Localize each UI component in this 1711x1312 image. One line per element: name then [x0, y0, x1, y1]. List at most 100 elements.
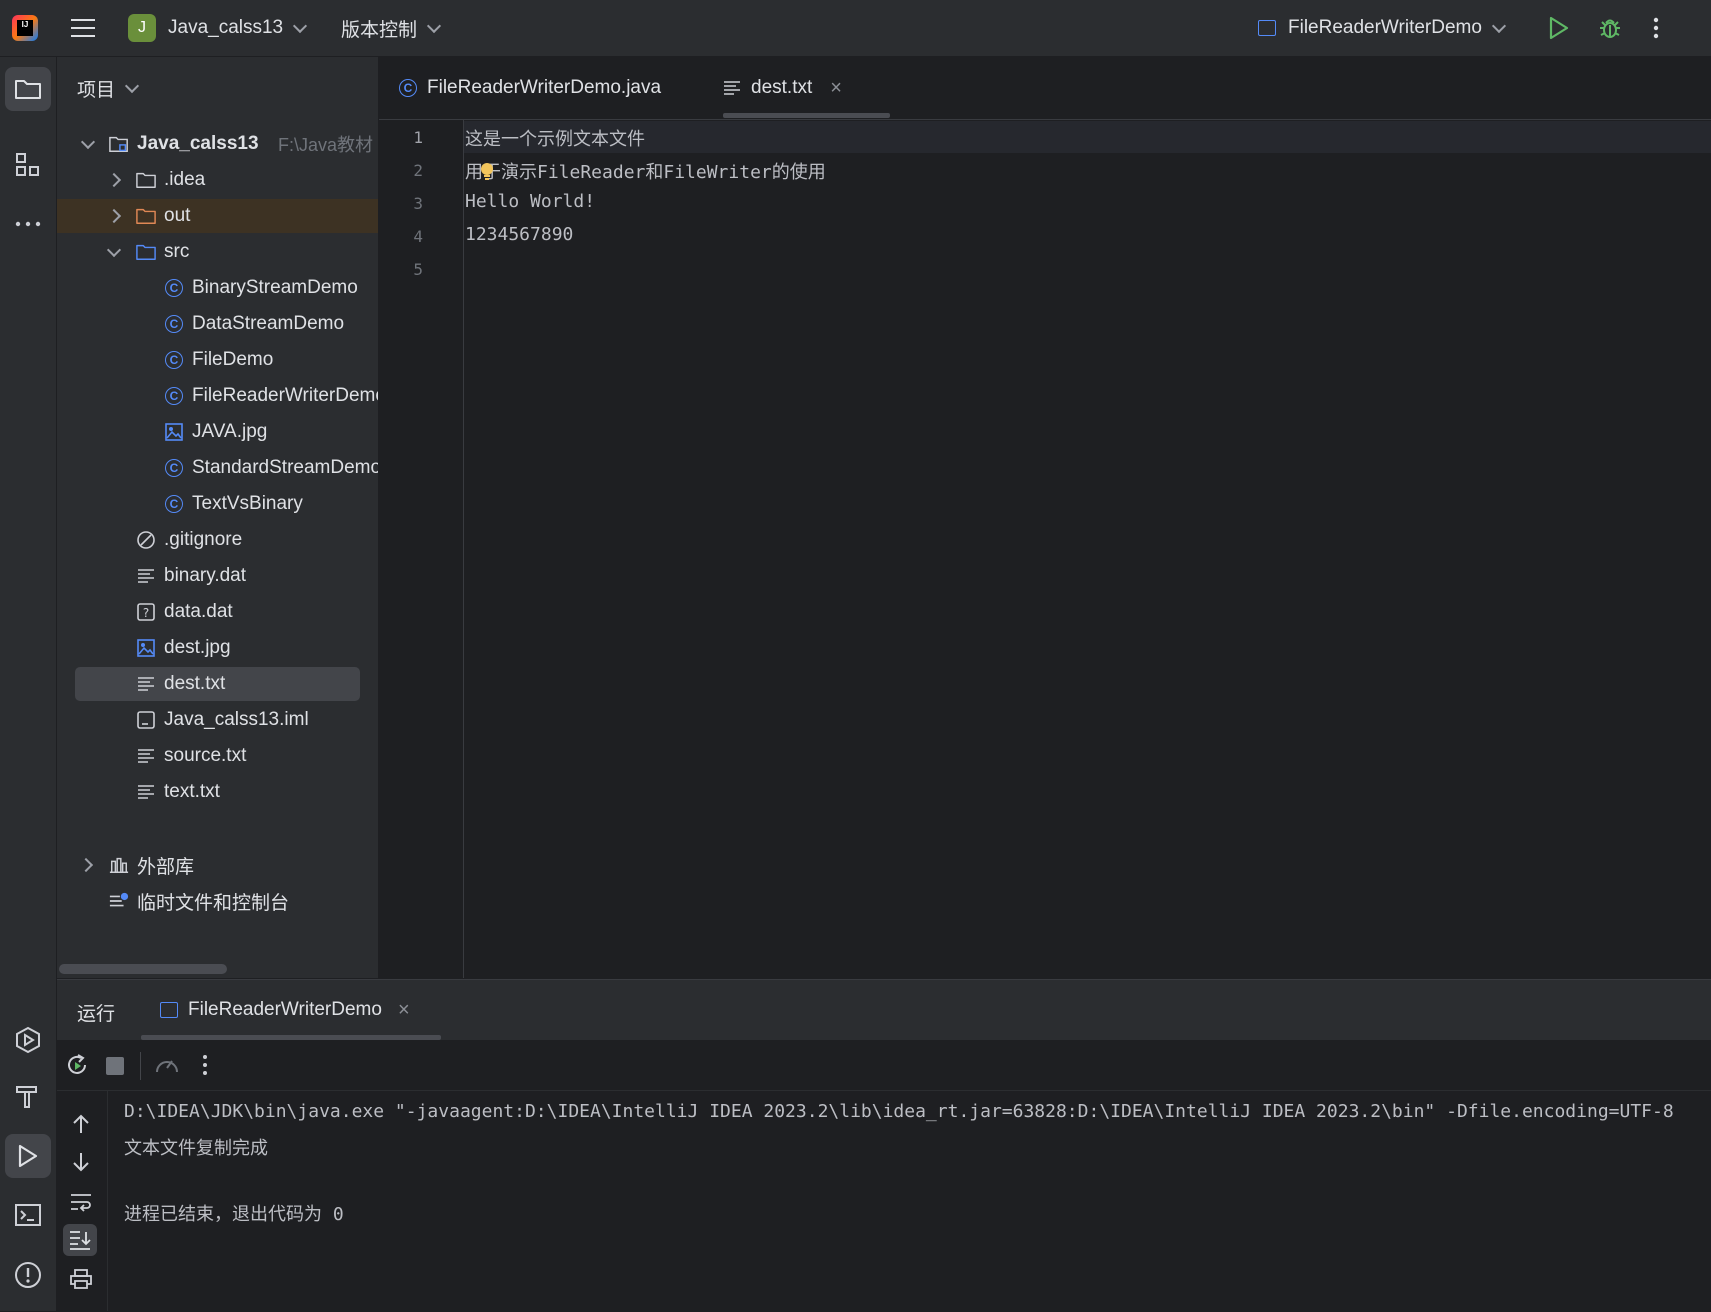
scroll-to-end-icon[interactable] [63, 1224, 97, 1256]
tree-item[interactable]: C StandardStreamDemo [57, 451, 378, 485]
stop-icon[interactable] [106, 1057, 124, 1075]
tree-item-label: FileReaderWriterDemo [192, 385, 379, 406]
problems-tool-button[interactable] [5, 1253, 51, 1297]
tree-item-label: data.dat [164, 601, 233, 622]
class-icon: C [164, 458, 184, 478]
tree-item[interactable]: text.txt [57, 775, 378, 809]
folder-icon [15, 80, 41, 99]
tree-item[interactable]: source.txt [57, 739, 378, 773]
expand-arrow-icon [78, 857, 94, 873]
lightbulb-icon[interactable] [480, 162, 494, 182]
tree-item[interactable]: C DataStreamDemo [57, 307, 378, 341]
editor-tabs: C FileReaderWriterDemo.java dest.txt × [379, 57, 1711, 120]
code-line: 1234567890 [465, 224, 574, 245]
tree-item[interactable]: ? data.dat [57, 595, 378, 629]
toolbar-divider [140, 1052, 141, 1080]
project-horizontal-scrollbar[interactable] [59, 964, 227, 974]
run-config-label: FileReaderWriterDemo [1288, 17, 1482, 38]
structure-tool-button[interactable] [5, 143, 51, 187]
soft-wrap-icon[interactable] [69, 1192, 93, 1212]
external-libs-label: 外部库 [137, 856, 195, 878]
main-menu-icon[interactable] [70, 0, 96, 56]
tree-item[interactable]: .gitignore [57, 523, 378, 557]
class-icon: C [164, 278, 184, 298]
line-number: 1 [413, 128, 423, 147]
title-bar: IJ J Java_calss13 版本控制 FileReaderWriterD… [0, 0, 1711, 57]
run-toolbar [57, 1040, 1711, 1091]
class-icon: C [399, 79, 417, 97]
tab-filereaderwriterdemo[interactable]: C FileReaderWriterDemo.java [399, 57, 661, 119]
gitignore-icon [136, 530, 156, 550]
terminal-tool-button[interactable] [5, 1193, 51, 1237]
tree-item[interactable]: out [57, 199, 378, 233]
svg-text:?: ? [143, 606, 149, 620]
tree-item-label: text.txt [164, 781, 220, 802]
code-line: Hello World! [465, 191, 596, 212]
project-selector[interactable]: J Java_calss13 [128, 0, 308, 56]
run-config-icon [160, 1002, 178, 1018]
close-icon[interactable]: × [830, 77, 842, 100]
class-icon: C [164, 494, 184, 514]
arrow-down-icon[interactable] [71, 1151, 91, 1173]
structure-icon [16, 153, 39, 176]
project-panel: 项目 Java_calss13 F:\Java教材 .idea out src C Bi… [57, 57, 379, 978]
project-panel-header[interactable]: 项目 [77, 75, 140, 102]
code-line: 这是一个示例文本文件 [465, 129, 645, 150]
ellipsis-icon [15, 221, 41, 227]
run-config-selector[interactable]: FileReaderWriterDemo [1258, 0, 1507, 56]
terminal-icon [15, 1204, 41, 1226]
project-name: Java_calss13 [168, 17, 284, 38]
tree-item-label: Java_calss13.iml [164, 709, 309, 730]
print-icon[interactable] [69, 1268, 93, 1290]
tree-root[interactable]: Java_calss13 F:\Java教材 [57, 127, 378, 161]
expand-arrow-icon [106, 242, 122, 258]
more-options-icon[interactable] [1652, 0, 1660, 56]
tab-dest-txt[interactable]: dest.txt × [723, 57, 842, 119]
bug-icon [1600, 19, 1620, 38]
tree-external-libraries[interactable]: 外部库 [57, 848, 378, 882]
tree-item[interactable]: src [57, 235, 378, 269]
more-options-icon[interactable] [201, 1054, 209, 1076]
run-tab-filereaderwriterdemo[interactable]: FileReaderWriterDemo × [160, 980, 410, 1040]
rerun-icon[interactable] [65, 1053, 89, 1077]
run-tab-label: FileReaderWriterDemo [188, 999, 382, 1020]
line-number: 5 [413, 260, 423, 279]
tree-item[interactable]: C FileDemo [57, 343, 378, 377]
tree-item[interactable]: C FileReaderWriterDemo [57, 379, 378, 413]
tree-scratches[interactable]: 临时文件和控制台 [57, 884, 378, 918]
services-tool-button[interactable] [5, 1018, 51, 1062]
intellij-logo-icon[interactable]: IJ [12, 0, 38, 56]
run-tool-button[interactable] [5, 1134, 51, 1178]
debug-button[interactable] [1598, 0, 1622, 56]
tree-item[interactable]: dest.txt [75, 667, 360, 701]
run-panel-title: 运行 [77, 1004, 116, 1025]
run-button[interactable] [1548, 0, 1570, 56]
project-tool-button[interactable] [5, 67, 51, 111]
build-tool-button[interactable] [5, 1074, 51, 1118]
image-file-icon [136, 638, 156, 658]
tree-item-label: .gitignore [164, 529, 243, 550]
class-icon: C [164, 314, 184, 334]
tree-item[interactable]: C BinaryStreamDemo [57, 271, 378, 305]
unknown-file-icon: ? [136, 602, 156, 622]
tree-item[interactable]: binary.dat [57, 559, 378, 593]
profiler-icon[interactable] [154, 1053, 180, 1077]
tree-item-label: .idea [164, 169, 206, 190]
tree-item[interactable]: dest.jpg [57, 631, 378, 665]
active-tab-underline [723, 113, 890, 118]
close-icon[interactable]: × [398, 999, 410, 1022]
arrow-up-icon[interactable] [71, 1113, 91, 1135]
vcs-menu[interactable]: 版本控制 [341, 0, 442, 56]
tree-item[interactable]: C TextVsBinary [57, 487, 378, 521]
tree-item[interactable]: .idea [57, 163, 378, 197]
text-file-icon [136, 746, 156, 766]
editor-content[interactable] [464, 120, 1711, 978]
more-tools-button[interactable] [5, 202, 51, 246]
image-file-icon [164, 422, 184, 442]
line-number: 4 [413, 227, 423, 246]
tree-item[interactable]: Java_calss13.iml [57, 703, 378, 737]
tree-item[interactable]: JAVA.jpg [57, 415, 378, 449]
root-path: F:\Java教材 [278, 135, 374, 155]
tree-item-label: out [164, 205, 191, 226]
console-side-toolbar [57, 1091, 108, 1311]
